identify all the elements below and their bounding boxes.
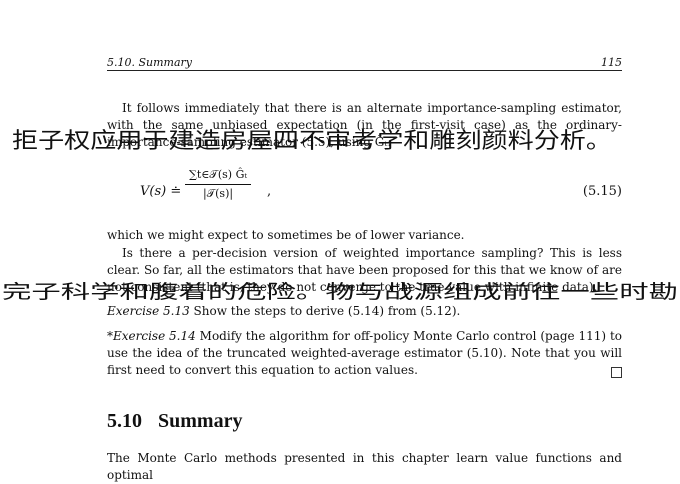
equation-comma: , [267,184,272,199]
exercise-5-13: Exercise 5.13 Show the steps to derive (… [107,303,622,320]
equation-lhs: V(s) ≐ [140,184,182,199]
paragraph-per-decision: Is there a per-decision version of weigh… [107,246,622,295]
header-rule [107,70,622,71]
paragraph-summary: The Monte Carlo methods presented in thi… [107,451,622,483]
exercise-5-14-label: *Exercise 5.14 [107,329,196,343]
paragraph-variance: which we might expect to sometimes be of… [107,228,465,242]
section-title: Summary [158,410,243,432]
exercise-5-13-label: Exercise 5.13 [107,304,190,318]
paragraph-intro: It follows immediately that there is an … [107,101,622,150]
running-head: 5.10. Summary 115 [107,56,622,69]
exercise-5-13-text: Show the steps to derive (5.14) from (5.… [193,304,461,318]
fraction-bar [185,184,252,185]
document-page: 5.10. Summary 115 It follows immediately… [0,0,680,482]
running-head-section: 5.10. Summary [107,56,192,69]
end-of-exercise-box [611,366,622,378]
equation-numerator: ∑t∈𝒯(s) Ĝₜ [189,168,248,181]
section-heading: 5.10 Summary [107,410,258,433]
equation-denominator: |𝒯(s)| [203,187,234,200]
equation-5-15: V(s) ≐ ∑t∈𝒯(s) Ĝₜ |𝒯(s)| , (5.15) [140,168,622,218]
equation-number: (5.15) [582,184,622,199]
section-number: 5.10 [107,410,142,432]
page-number: 115 [601,56,622,69]
exercise-5-14: *Exercise 5.14 Modify the algorithm for … [107,328,622,380]
equation-fraction: ∑t∈𝒯(s) Ĝₜ |𝒯(s)| [185,168,252,201]
